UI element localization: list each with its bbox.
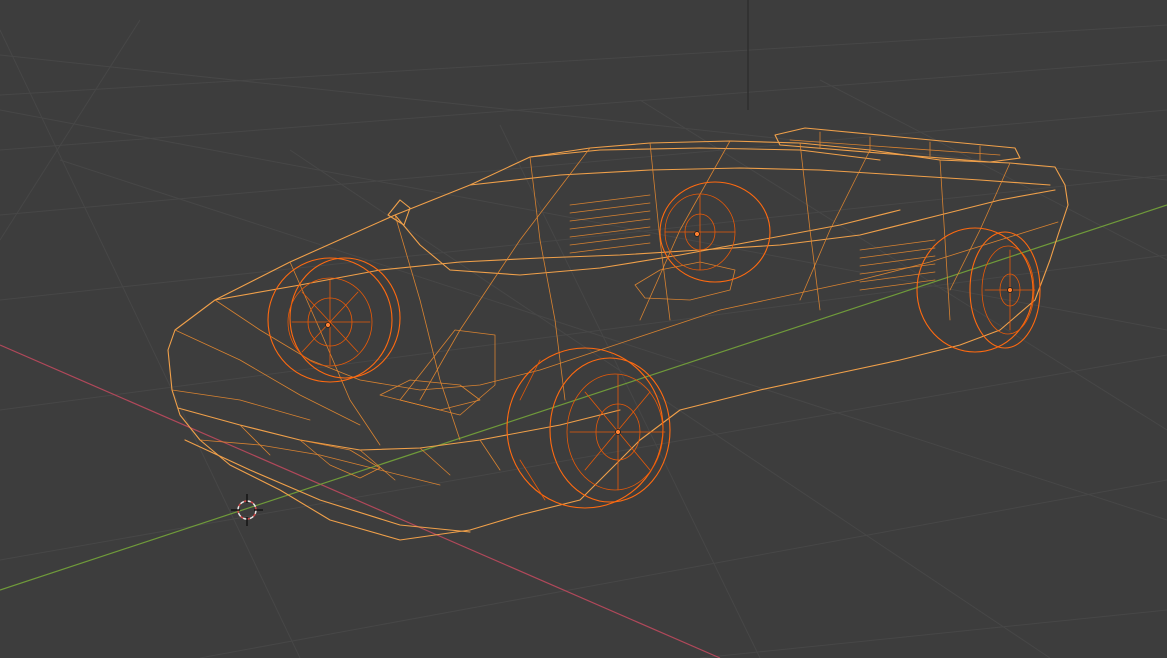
object-origin-icon — [615, 429, 621, 435]
3d-viewport[interactable] — [0, 0, 1167, 658]
viewport-canvas[interactable] — [0, 0, 1167, 658]
floor-grid — [0, 19, 1167, 658]
object-origin-icon — [1007, 287, 1013, 293]
object-origin-icon — [325, 322, 331, 328]
3d-cursor-icon[interactable] — [231, 494, 263, 526]
rear-left-wheel-wireframe[interactable] — [659, 181, 771, 283]
object-origin-icon — [694, 231, 700, 237]
